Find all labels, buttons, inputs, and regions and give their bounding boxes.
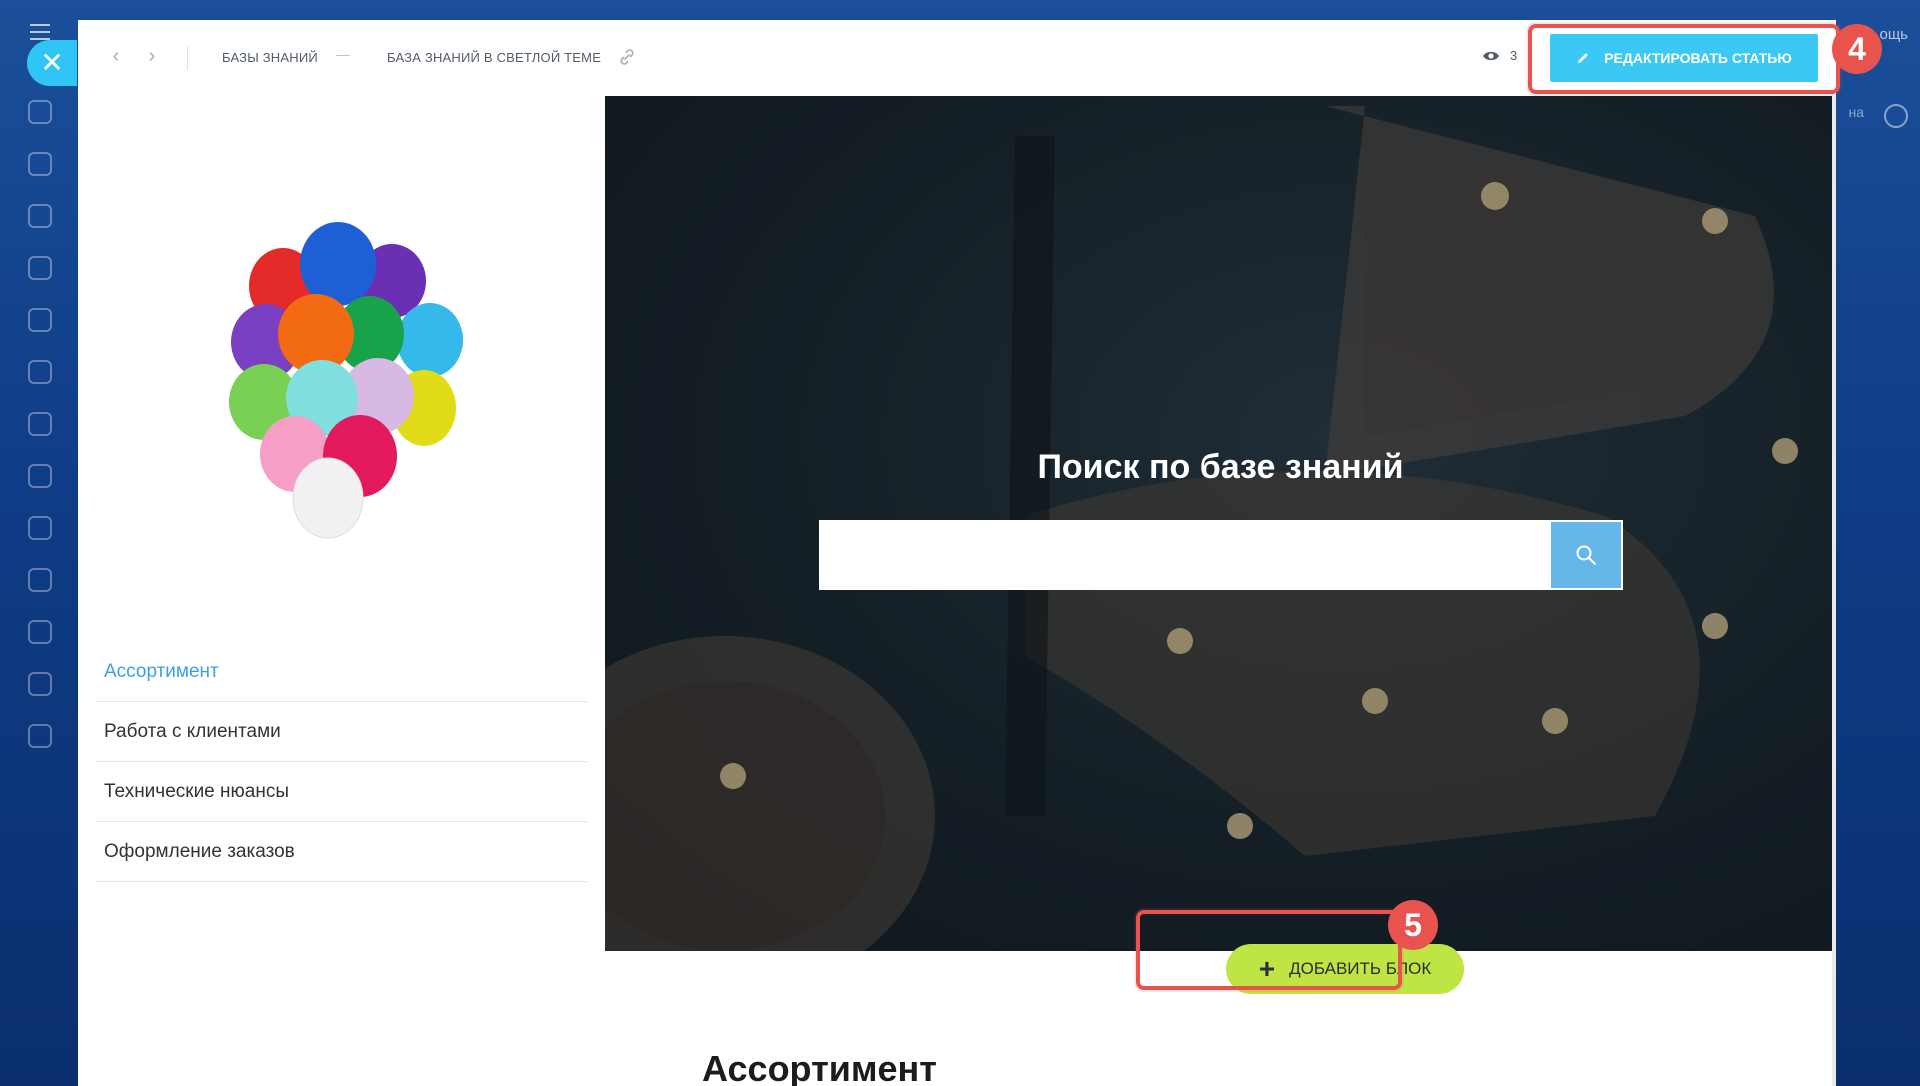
section-title: Ассортимент xyxy=(702,1048,937,1086)
step-badge-5: 5 xyxy=(1388,900,1438,950)
hero-title: Поиск по базе знаний xyxy=(1037,448,1404,486)
rail-icon xyxy=(28,724,52,748)
rail-icon xyxy=(28,152,52,176)
sidebar-item-assortment[interactable]: Ассортимент xyxy=(96,642,588,702)
sidebar-item-clients[interactable]: Работа с клиентами xyxy=(96,702,588,762)
close-icon[interactable]: ✕ xyxy=(27,40,77,86)
rail-icon xyxy=(28,412,52,436)
rail-icon xyxy=(28,464,52,488)
rail-icon xyxy=(28,308,52,332)
search-icon xyxy=(1576,545,1596,565)
rail-icon xyxy=(28,620,52,644)
sidebar-menu: Ассортимент Работа с клиентами Техническ… xyxy=(96,642,588,882)
breadcrumb-current[interactable]: База знаний в светлой теме xyxy=(387,50,601,65)
rail-icon xyxy=(28,100,52,124)
breadcrumb-separator: — xyxy=(336,46,350,62)
gear-icon xyxy=(1884,104,1908,128)
chevron-left-icon[interactable]: ‹ xyxy=(106,45,126,67)
search-box xyxy=(819,520,1623,590)
highlight-edit-button xyxy=(1528,24,1840,94)
views-count: 3 xyxy=(1510,48,1518,63)
menu-burger-icon xyxy=(30,24,50,40)
rail-icon xyxy=(28,204,52,228)
views-counter: 3 xyxy=(1482,48,1517,63)
scrollbar[interactable] xyxy=(1832,96,1836,1086)
search-input[interactable] xyxy=(819,520,1549,590)
divider xyxy=(187,46,188,70)
sidebar-item-orders[interactable]: Оформление заказов xyxy=(96,822,588,882)
background-pill: на xyxy=(1848,104,1864,120)
rail-icon xyxy=(28,360,52,384)
step-badge-4: 4 xyxy=(1832,24,1882,74)
rail-icon xyxy=(28,568,52,592)
chevron-right-icon[interactable]: › xyxy=(142,45,162,67)
search-button[interactable] xyxy=(1551,522,1621,588)
sidebar-item-technical[interactable]: Технические нюансы xyxy=(96,762,588,822)
knowledge-base-panel: ‹ › Базы знаний — База знаний в светлой … xyxy=(78,20,1836,1086)
hero-section: Поиск по базе знаний xyxy=(605,96,1836,951)
breadcrumb-knowledge-bases[interactable]: Базы знаний xyxy=(222,50,318,65)
background-rail xyxy=(0,0,80,1086)
eye-icon xyxy=(1483,51,1499,60)
rail-icon xyxy=(28,672,52,696)
background-help-label: ощь xyxy=(1879,26,1909,43)
balloons-image xyxy=(229,222,463,539)
rail-icon xyxy=(28,516,52,540)
link-icon[interactable] xyxy=(618,48,636,66)
sidebar: Ассортимент Работа с клиентами Техническ… xyxy=(78,96,605,1086)
highlight-add-block xyxy=(1136,910,1402,990)
rail-icon xyxy=(28,256,52,280)
